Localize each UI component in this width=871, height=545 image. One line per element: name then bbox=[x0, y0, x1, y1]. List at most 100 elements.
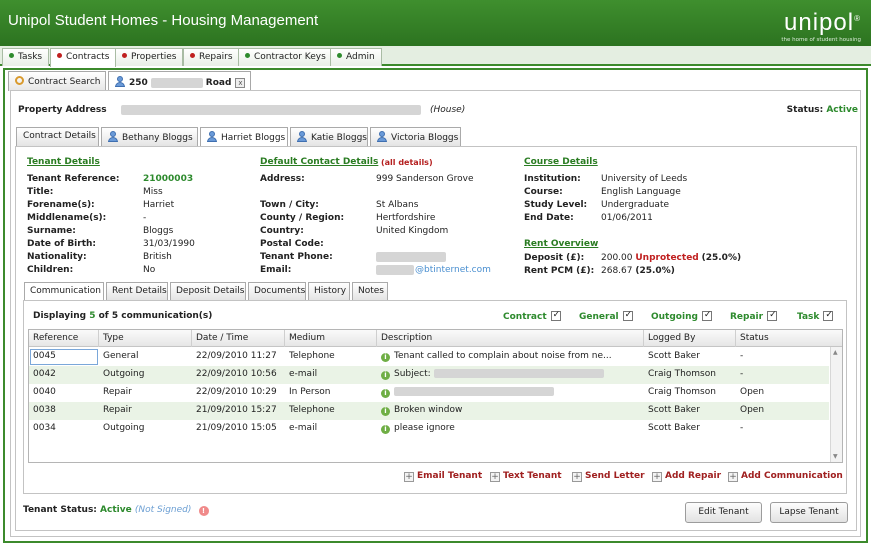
filter-general[interactable]: General bbox=[579, 310, 633, 322]
lapse-tenant-button[interactable]: Lapse Tenant bbox=[770, 502, 848, 523]
tab-tenant-katie[interactable]: Katie Bloggs bbox=[290, 127, 368, 146]
tab-notes[interactable]: Notes bbox=[352, 282, 388, 300]
rent-overview-heading[interactable]: Rent Overview bbox=[524, 239, 598, 249]
nav-tab-contracts[interactable]: Contracts bbox=[50, 48, 117, 67]
tab-label: Deposit Details bbox=[176, 286, 245, 296]
col-reference[interactable]: Reference bbox=[29, 330, 99, 347]
tab-contract-record[interactable]: 250 Road x bbox=[108, 71, 251, 92]
tenant-details-heading[interactable]: Tenant Details bbox=[27, 157, 100, 167]
tab-tenant-bethany[interactable]: Bethany Bloggs bbox=[101, 127, 198, 146]
country-value: United Kingdom bbox=[376, 226, 449, 236]
email-link[interactable]: @btinternet.com bbox=[415, 265, 491, 275]
table-row[interactable]: 0042 Outgoing 22/09/2010 10:56 e-mail iS… bbox=[29, 366, 829, 384]
description-text: Tenant called to complain about noise fr… bbox=[394, 351, 612, 361]
nav-tab-admin[interactable]: Admin bbox=[330, 48, 382, 66]
rent-pcm-label: Rent PCM (£): bbox=[524, 266, 595, 276]
tab-label: History bbox=[314, 286, 347, 296]
close-tab-icon[interactable]: x bbox=[235, 78, 246, 88]
tab-tenant-victoria[interactable]: Victoria Bloggs bbox=[370, 127, 461, 146]
tab-label: Bethany Bloggs bbox=[122, 133, 193, 143]
cell-status: Open bbox=[740, 405, 765, 415]
count-shown: 5 bbox=[89, 311, 96, 321]
rent-pcm-pct: (25.0%) bbox=[635, 266, 675, 276]
scroll-down-icon[interactable]: ▼ bbox=[833, 453, 838, 460]
tab-label: Victoria Bloggs bbox=[391, 133, 459, 143]
plus-icon: + bbox=[490, 472, 500, 482]
col-logged-by[interactable]: Logged By bbox=[644, 330, 736, 347]
info-icon[interactable]: i bbox=[381, 371, 390, 380]
filter-outgoing[interactable]: Outgoing bbox=[651, 310, 712, 322]
cell-reference: 0045 bbox=[33, 351, 56, 361]
nav-tab-properties[interactable]: Properties bbox=[115, 48, 184, 66]
tab-deposit-details[interactable]: Deposit Details bbox=[170, 282, 246, 300]
nav-tab-label: Properties bbox=[131, 52, 177, 62]
deposit-status: Unprotected bbox=[635, 253, 699, 263]
col-medium[interactable]: Medium bbox=[285, 330, 377, 347]
surname-value: Bloggs bbox=[143, 226, 174, 236]
contact-details-heading[interactable]: Default Contact Details bbox=[260, 157, 378, 167]
filter-label: Repair bbox=[730, 312, 764, 322]
send-letter-button[interactable]: + Send Letter bbox=[572, 471, 645, 482]
warning-icon[interactable]: ! bbox=[198, 506, 209, 516]
deposit-value: 200.00 bbox=[601, 253, 633, 263]
tab-tenant-harriet[interactable]: Harriet Bloggs bbox=[200, 127, 288, 147]
checkbox-checked-icon[interactable] bbox=[823, 310, 834, 321]
nav-tab-tasks[interactable]: Tasks bbox=[2, 48, 50, 66]
deposit-pct: (25.0%) bbox=[701, 253, 742, 263]
info-icon[interactable]: i bbox=[381, 389, 390, 398]
nav-tab-contractor-keys[interactable]: Contractor Keys bbox=[238, 48, 333, 66]
table-row[interactable]: 0034 Outgoing 21/09/2010 15:05 e-mail ip… bbox=[29, 420, 829, 438]
col-description[interactable]: Description bbox=[377, 330, 644, 347]
tab-documents[interactable]: Documents bbox=[248, 282, 306, 300]
info-icon[interactable]: i bbox=[381, 353, 390, 362]
table-row[interactable]: 0038 Repair 21/09/2010 15:27 Telephone i… bbox=[29, 402, 829, 420]
email-tenant-button[interactable]: + Email Tenant bbox=[404, 471, 482, 482]
country-label: Country: bbox=[260, 226, 304, 236]
tab-communication[interactable]: Communication bbox=[24, 282, 104, 301]
children-label: Children: bbox=[27, 265, 74, 275]
tab-label: Rent Details bbox=[112, 286, 167, 296]
checkbox-checked-icon[interactable] bbox=[550, 310, 561, 321]
tenant-status-value: Active bbox=[100, 505, 132, 515]
description-text: Broken window bbox=[394, 405, 463, 415]
action-label: Email Tenant bbox=[417, 471, 483, 481]
county-value: Hertfordshire bbox=[376, 213, 436, 223]
add-communication-button[interactable]: + Add Communication bbox=[728, 471, 843, 482]
edit-tenant-button[interactable]: Edit Tenant bbox=[685, 502, 762, 523]
text-tenant-button[interactable]: + Text Tenant bbox=[490, 471, 562, 482]
filter-contract[interactable]: Contract bbox=[503, 310, 561, 322]
table-row[interactable]: 0040 Repair 22/09/2010 10:29 In Person i… bbox=[29, 384, 829, 402]
title-label: Title: bbox=[27, 187, 54, 197]
action-label: Add Communication bbox=[741, 471, 843, 481]
cell-logged-by: Scott Baker bbox=[648, 351, 700, 361]
tab-contract-details[interactable]: Contract Details bbox=[16, 127, 99, 146]
table-row[interactable]: 0045 General 22/09/2010 11:27 Telephone … bbox=[29, 348, 829, 366]
info-icon[interactable]: i bbox=[381, 407, 390, 416]
unipol-logo: unipol® the home of student housing bbox=[781, 4, 861, 43]
logo-tagline: the home of student housing bbox=[781, 37, 861, 43]
cell-logged-by: Scott Baker bbox=[648, 405, 700, 415]
cell-date: 21/09/2010 15:05 bbox=[196, 423, 277, 433]
checkbox-checked-icon[interactable] bbox=[767, 310, 778, 321]
filter-repair[interactable]: Repair bbox=[730, 310, 778, 322]
cell-logged-by: Craig Thomson bbox=[648, 369, 716, 379]
all-details-link[interactable]: (all details) bbox=[381, 158, 433, 167]
tab-rent-details[interactable]: Rent Details bbox=[106, 282, 168, 300]
grid-scrollbar[interactable]: ▲ ▼ bbox=[830, 347, 842, 462]
col-date-time[interactable]: Date / Time bbox=[192, 330, 285, 347]
tab-history[interactable]: History bbox=[308, 282, 350, 300]
plus-icon: + bbox=[404, 472, 414, 482]
course-details-heading[interactable]: Course Details bbox=[524, 157, 598, 167]
checkbox-checked-icon[interactable] bbox=[701, 310, 712, 321]
add-repair-button[interactable]: + Add Repair bbox=[652, 471, 721, 482]
cell-logged-by: Scott Baker bbox=[648, 423, 700, 433]
tenant-status-label: Tenant Status: bbox=[23, 505, 97, 515]
col-status[interactable]: Status bbox=[736, 330, 842, 347]
tab-contract-search[interactable]: Contract Search bbox=[8, 71, 106, 91]
checkbox-checked-icon[interactable] bbox=[622, 310, 633, 321]
nav-tab-repairs[interactable]: Repairs bbox=[183, 48, 240, 66]
info-icon[interactable]: i bbox=[381, 425, 390, 434]
col-type[interactable]: Type bbox=[99, 330, 192, 347]
filter-task[interactable]: Task bbox=[797, 310, 834, 322]
scroll-up-icon[interactable]: ▲ bbox=[833, 349, 838, 356]
